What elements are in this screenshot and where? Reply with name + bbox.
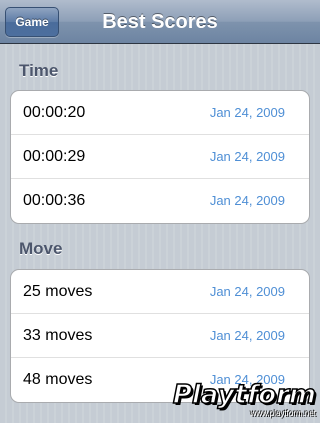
score-value: 25 moves [23,283,93,300]
score-value: 48 moves [23,371,93,388]
table-row[interactable]: 00:00:36 Jan 24, 2009 [11,179,309,223]
score-value: 00:00:20 [23,104,86,121]
score-date: Jan 24, 2009 [209,328,285,343]
score-value: 33 moves [23,327,93,344]
table-row[interactable]: 00:00:29 Jan 24, 2009 [11,135,309,179]
score-date: Jan 24, 2009 [209,284,285,299]
score-date: Jan 24, 2009 [209,105,285,120]
watermark-logo-text: Playtform [172,380,317,410]
table-row[interactable]: 33 moves Jan 24, 2009 [11,314,309,358]
section-header-move: Move [19,239,63,258]
table-row[interactable]: 00:00:20 Jan 24, 2009 [11,91,309,135]
watermark-url: www.playtform.net [250,409,316,418]
score-date: Jan 24, 2009 [209,149,285,164]
score-date: Jan 24, 2009 [209,193,285,208]
score-value: 00:00:36 [23,192,86,209]
watermark-logo: Playtform www.playtform.net [156,380,317,421]
time-scores-group: 00:00:20 Jan 24, 2009 00:00:29 Jan 24, 2… [10,90,310,224]
section-header-time: Time [19,61,59,80]
navigation-bar: Game Best Scores [0,0,320,44]
page-title: Best Scores [102,11,218,33]
score-value: 00:00:29 [23,148,86,165]
table-row[interactable]: 25 moves Jan 24, 2009 [11,270,309,314]
